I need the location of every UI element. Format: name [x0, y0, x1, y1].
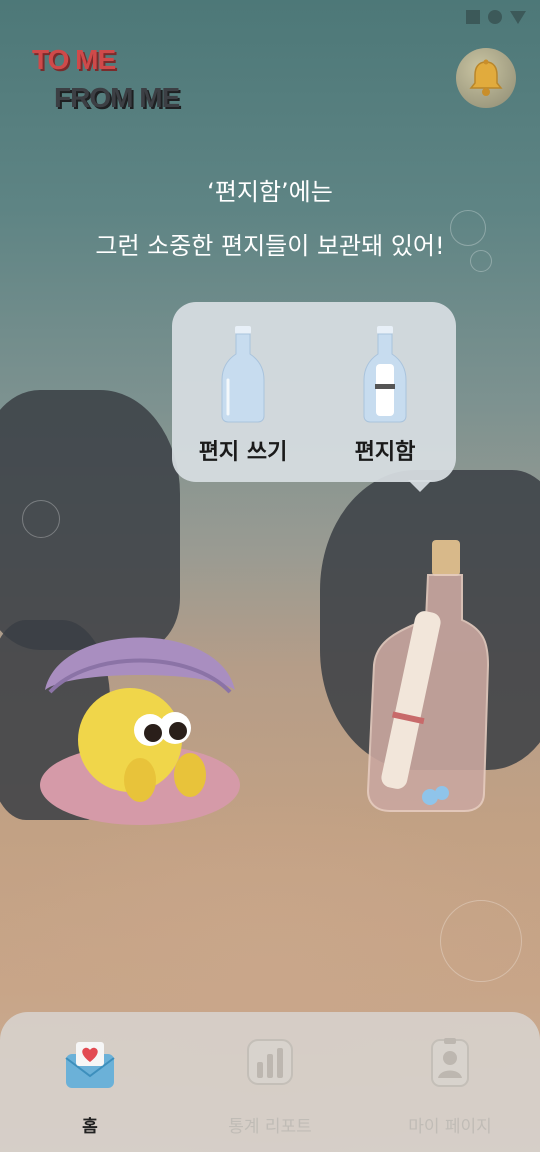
nav-home[interactable]: 홈	[0, 1012, 180, 1152]
nav-my-page-label: 마이 페이지	[408, 1117, 492, 1137]
message-line-2: 그런 소중한 편지들이 보관돼 있어!	[95, 232, 445, 260]
status-circle-icon	[488, 10, 502, 24]
status-bar	[466, 10, 526, 24]
letter-bottle-decoration	[366, 540, 490, 812]
popup-tail	[408, 480, 432, 492]
letter-bottle-icon	[363, 326, 407, 423]
status-square-icon	[466, 10, 480, 24]
mailbox-option[interactable]: 편지함	[314, 302, 456, 482]
mailbox-label: 편지함	[354, 440, 416, 465]
logo-line-2: FROM ME	[54, 82, 180, 113]
nav-stats-report[interactable]: 통계 리포트	[180, 1012, 360, 1152]
clam-character	[40, 637, 240, 825]
bell-icon	[469, 59, 503, 96]
notification-bell-button[interactable]	[456, 48, 516, 108]
letter-menu-popup: 편지 쓰기 편지함	[172, 302, 456, 482]
nav-my-page[interactable]: 마이 페이지	[360, 1012, 540, 1152]
heart-envelope-icon	[65, 1042, 115, 1088]
message-line-1: ‘편지함’에는	[207, 178, 333, 206]
write-letter-option[interactable]: 편지 쓰기	[172, 302, 314, 482]
nav-home-label: 홈	[82, 1117, 98, 1137]
bottom-navigation: 홈 통계 리포트 마이 페이지	[0, 1012, 540, 1152]
bubble	[440, 900, 522, 982]
profile-card-icon	[431, 1038, 469, 1087]
logo-line-1: TO ME	[32, 44, 116, 75]
bubble	[22, 500, 60, 538]
status-triangle-icon	[510, 10, 526, 24]
bar-chart-icon	[247, 1039, 293, 1085]
nav-stats-label: 통계 리포트	[228, 1117, 312, 1137]
write-letter-label: 편지 쓰기	[198, 440, 288, 465]
empty-bottle-icon	[221, 326, 265, 423]
